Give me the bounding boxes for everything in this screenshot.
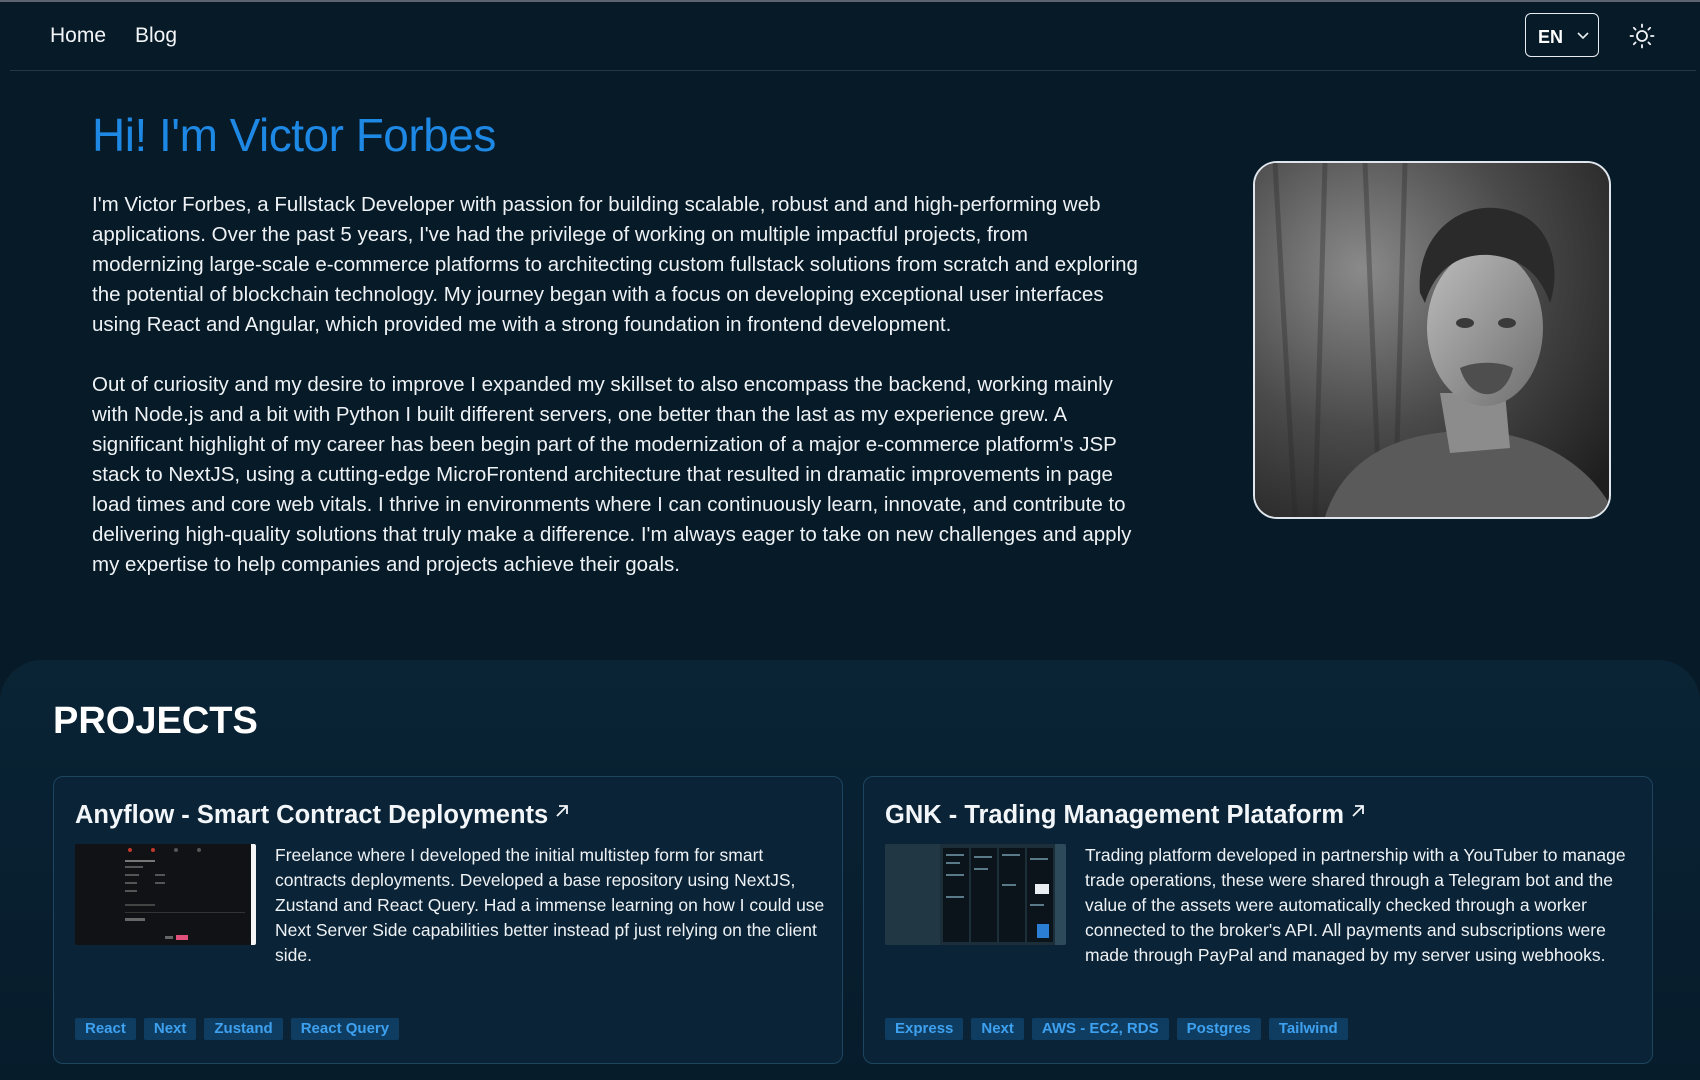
project-title-link[interactable]: GNK - Trading Management Plataform [885,801,1366,830]
tech-tag: Express [885,1018,964,1040]
bio-paragraph: Out of curiosity and my desire to improv… [92,373,1132,576]
project-title-link[interactable]: Anyflow - Smart Contract Deployments [75,801,570,830]
project-description: Trading platform developed in partnershi… [1085,845,1626,965]
profile-photo [1253,161,1611,519]
project-thumbnail [885,844,1066,945]
nav-blog-link[interactable]: Blog [135,24,177,48]
sun-icon[interactable] [1629,23,1655,49]
projects-heading: PROJECTS [53,700,258,742]
project-thumbnail [75,844,256,945]
bio-paragraph: I'm Victor Forbes, a Fullstack Developer… [92,193,1138,336]
tech-tag: Zustand [204,1018,283,1040]
project-description: Freelance where I developed the initial … [275,845,825,965]
nav-home-link[interactable]: Home [50,24,106,48]
project-title: GNK - Trading Management Plataform [885,801,1345,829]
project-title: Anyflow - Smart Contract Deployments [75,801,549,829]
external-link-arrow-icon [1352,805,1364,817]
hero-title: Hi! I'm Victor Forbes [92,109,496,161]
language-select[interactable]: EN [1525,13,1599,57]
tech-tag: React Query [290,1018,400,1040]
project-tags: Express Next AWS - EC2, RDS Postgres Tai… [885,1018,1348,1040]
project-card[interactable]: GNK - Trading Management Plataform Tradi… [863,776,1653,1064]
external-link-arrow-icon [556,805,569,817]
language-value: EN [1538,27,1564,47]
tech-tag: Next [143,1018,197,1040]
tech-tag: Postgres [1176,1018,1261,1040]
top-navigation: Home Blog EN [10,2,1696,71]
tech-tag: React [75,1018,136,1040]
project-tags: React Next Zustand React Query [75,1018,400,1040]
tech-tag: AWS - EC2, RDS [1031,1018,1169,1040]
tech-tag: Tailwind [1268,1018,1348,1040]
chevron-down-icon [1577,32,1589,40]
tech-tag: Next [971,1018,1024,1040]
project-card[interactable]: Anyflow - Smart Contract Deployments Fre… [53,776,843,1064]
